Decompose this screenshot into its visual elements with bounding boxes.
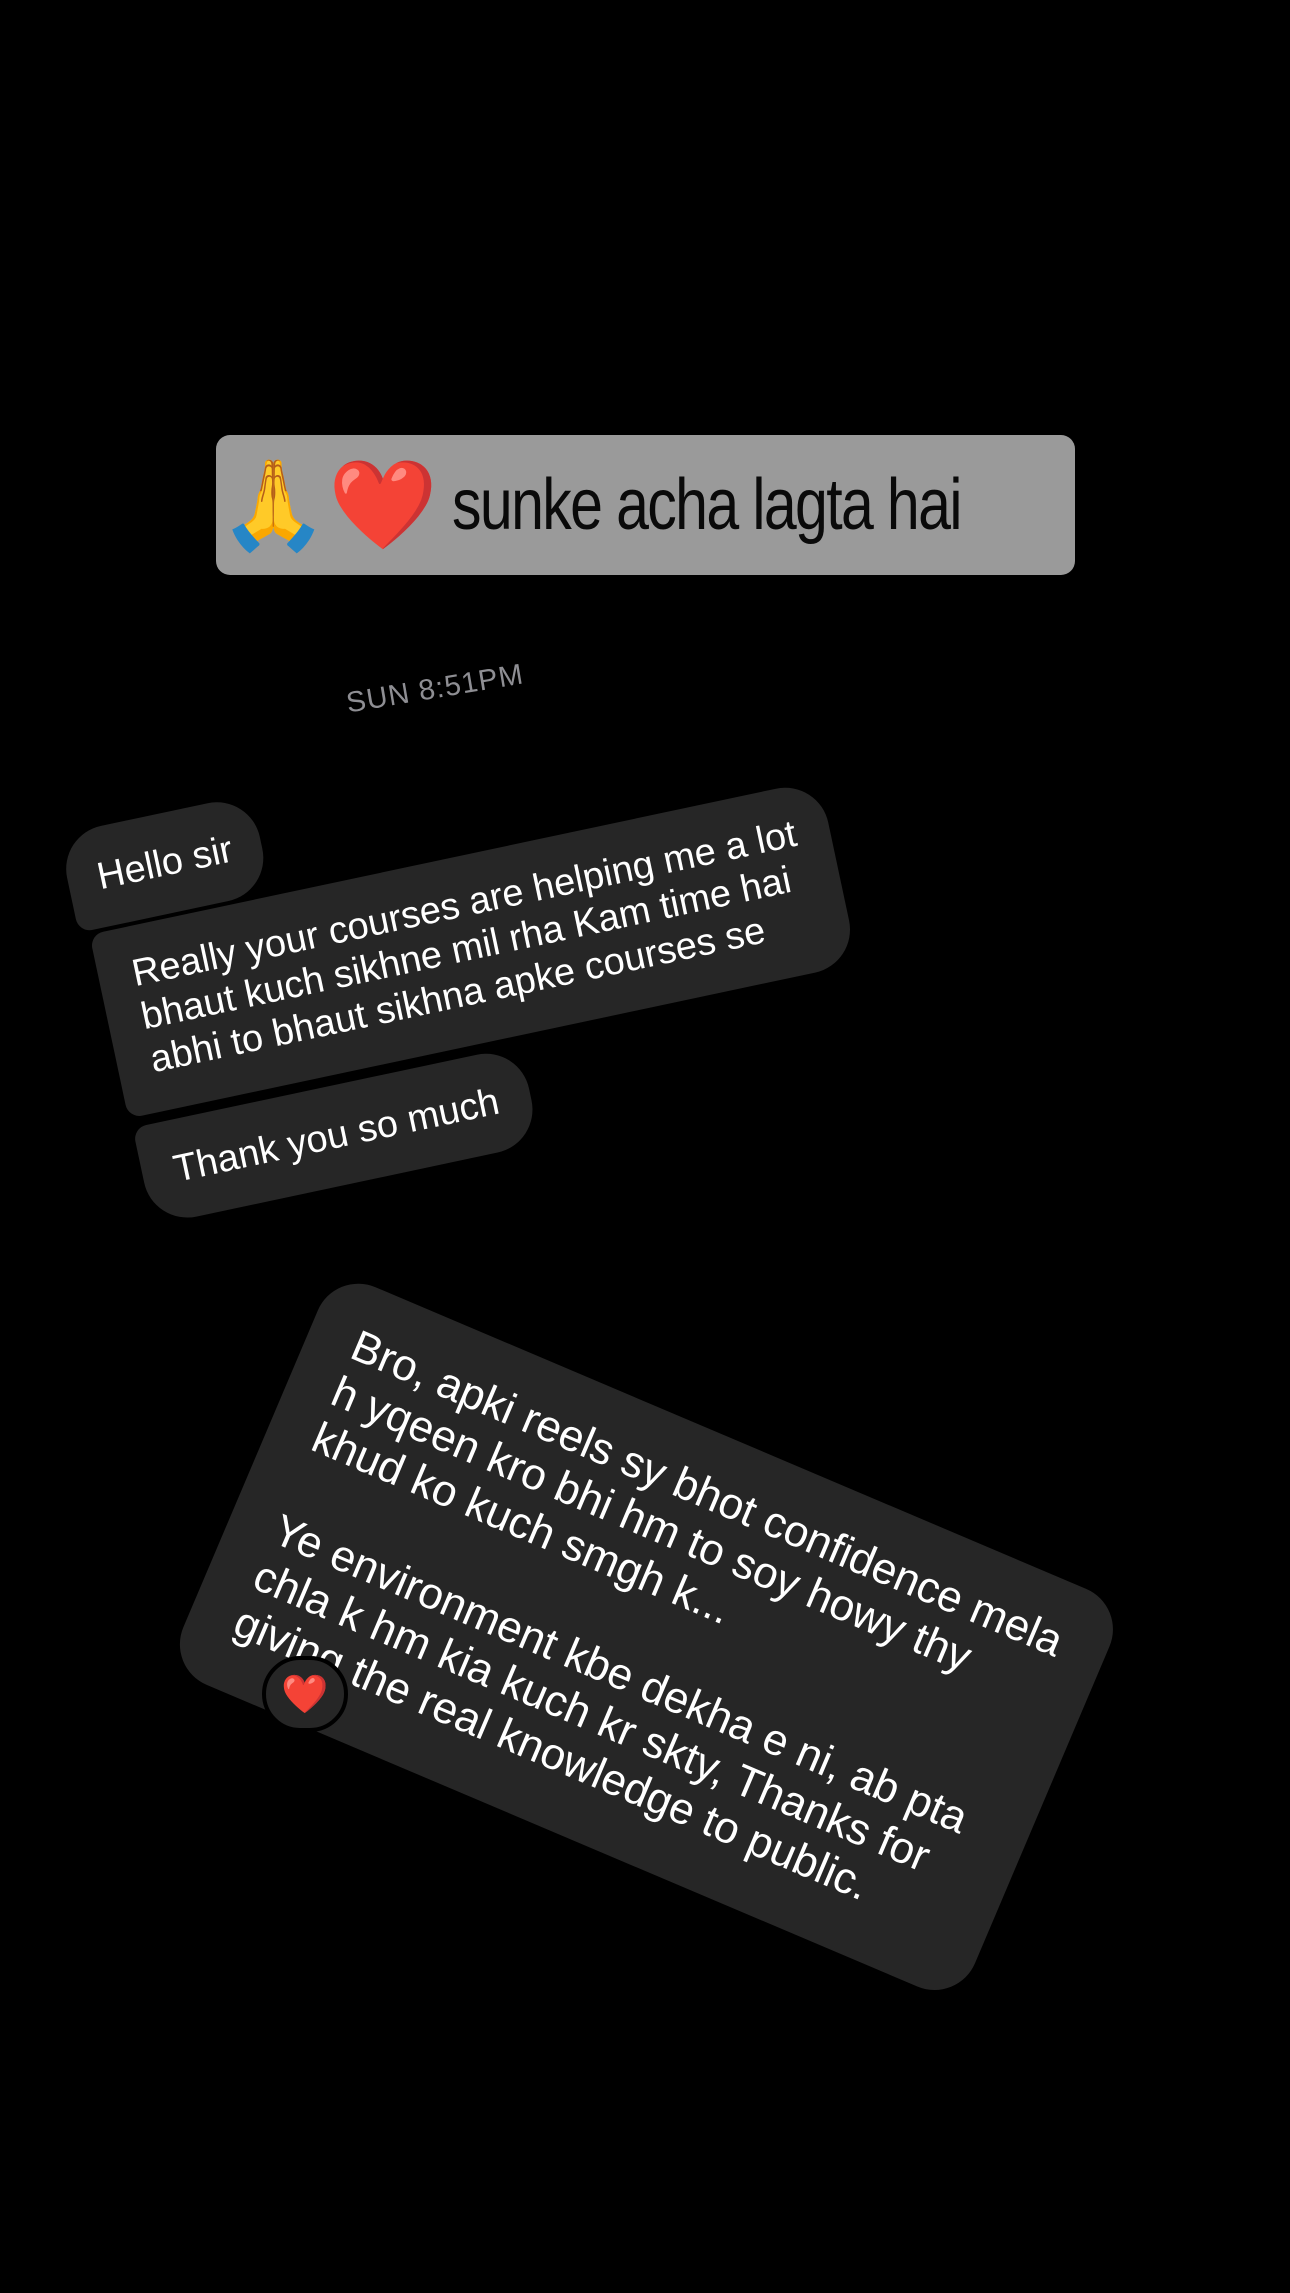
chat-screenshot: SUN 8:51PM Hello sir Really your courses… [0,0,1290,2293]
heart-reaction[interactable]: ❤️ [262,1656,348,1732]
message-text: Hello sir [93,828,237,899]
sent-bubble[interactable]: Bro, apki reels sy bhot confidence mela … [166,1270,1127,2004]
sent-message-wrapper: Bro, apki reels sy bhot confidence mela … [166,1270,1127,2004]
message-timestamp: SUN 8:51PM [344,658,527,720]
heart-icon: ❤️ [281,1672,329,1716]
